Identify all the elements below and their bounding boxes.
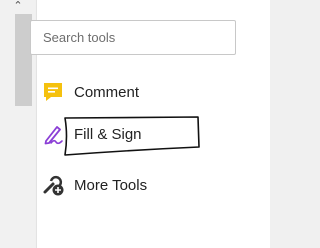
scroll-up-arrow-icon[interactable]: ⌃ bbox=[11, 0, 25, 14]
comment-icon bbox=[44, 83, 62, 101]
tool-fill-sign-label: Fill & Sign bbox=[74, 125, 142, 143]
tool-comment-label: Comment bbox=[74, 83, 140, 101]
search-tools-input[interactable] bbox=[30, 20, 236, 55]
fill-sign-icon bbox=[44, 126, 63, 145]
tool-more-tools[interactable]: More Tools bbox=[42, 173, 147, 197]
tool-fill-sign[interactable]: Fill & Sign bbox=[42, 122, 142, 146]
tool-comment[interactable]: Comment bbox=[42, 80, 139, 104]
tool-more-tools-label: More Tools bbox=[74, 176, 148, 194]
more-tools-icon bbox=[43, 175, 64, 196]
